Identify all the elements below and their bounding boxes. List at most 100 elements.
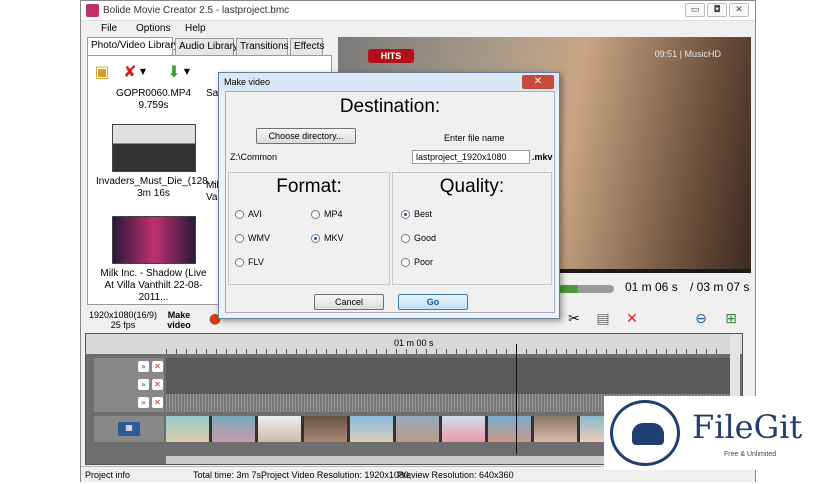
choose-directory-button[interactable]: Choose directory...	[256, 128, 356, 144]
tab-photo-video-library[interactable]: Photo/Video Library	[87, 37, 179, 55]
format-mkv-radio[interactable]: MKV	[311, 233, 344, 243]
ruler-tick	[526, 349, 527, 354]
collapse-icon[interactable]: »	[138, 397, 149, 408]
close-icon[interactable]: ✕	[152, 379, 163, 390]
format-avi-radio[interactable]: AVI	[235, 209, 262, 219]
chevron-down-icon[interactable]: ▼	[138, 62, 148, 82]
filegit-watermark: FileGit Free & Unlimited	[604, 396, 818, 470]
ruler-tick	[606, 349, 607, 354]
ruler-tick	[336, 349, 337, 354]
quality-good-radio[interactable]: Good	[401, 233, 436, 243]
quality-group: Quality: Best Good Poor	[392, 172, 552, 285]
delete-icon[interactable]: ✘	[120, 62, 140, 82]
ruler-tick	[476, 349, 477, 354]
ruler-tick	[206, 349, 207, 354]
playhead[interactable]	[516, 344, 517, 454]
ruler-tick	[676, 349, 677, 354]
zoom-out-icon[interactable]: ⊖	[693, 311, 709, 327]
video-osd: 09:51 | MusicHD	[654, 49, 721, 59]
ruler-tick	[316, 349, 317, 354]
format-heading: Format:	[276, 176, 342, 197]
ruler-tick	[546, 349, 547, 354]
scissors-icon[interactable]: ✂	[566, 311, 582, 327]
fit-icon[interactable]: ⊞	[723, 311, 739, 327]
cancel-button[interactable]: Cancel	[314, 294, 384, 310]
dialog-title: Make video	[224, 77, 271, 87]
ruler-tick	[566, 349, 567, 354]
video-clip[interactable]	[488, 416, 532, 442]
make-video-button[interactable]: Make video	[166, 310, 192, 330]
close-button[interactable]: ✕	[729, 3, 749, 17]
video-clip[interactable]	[166, 416, 210, 442]
title-bar: Bolide Movie Creator 2.5 - lastproject.b…	[81, 1, 755, 21]
ruler-tick	[186, 349, 187, 354]
channel-badge: HITS	[368, 49, 414, 63]
list-item[interactable]: Invaders_Must_Die_(128... 3m 16s	[96, 124, 217, 200]
menu-file[interactable]: File	[101, 23, 117, 34]
filename-label: Enter file name	[444, 133, 505, 143]
video-clip[interactable]	[304, 416, 348, 442]
dialog-title-bar: Make video ✕	[219, 73, 559, 91]
close-icon[interactable]: ✕	[152, 397, 163, 408]
timeline-ruler[interactable]: 01 m 00 s	[86, 334, 742, 354]
fps-label: 25 fps	[110, 320, 136, 330]
collapse-icon[interactable]: »	[138, 361, 149, 372]
track-overlay[interactable]	[166, 376, 732, 394]
delete-icon[interactable]: ✕	[624, 311, 640, 327]
project-info[interactable]: Project info	[85, 470, 130, 480]
dialog-body: Destination: Choose directory... Z:\Comm…	[225, 91, 555, 313]
video-clip[interactable]	[350, 416, 394, 442]
chevron-down-icon[interactable]: ▼	[182, 62, 192, 82]
format-mp4-radio[interactable]: MP4	[311, 209, 343, 219]
ruler-tick	[256, 349, 257, 354]
ruler-tick	[556, 349, 557, 354]
clip-name: Invaders_Must_Die_(128...	[96, 176, 217, 187]
ruler-tick	[536, 349, 537, 354]
make-video-dialog: Make video ✕ Destination: Choose directo…	[218, 72, 560, 319]
collapse-icon[interactable]: »	[138, 379, 149, 390]
maximize-button[interactable]: ◘	[707, 3, 727, 17]
watermark-name: FileGit	[692, 408, 803, 446]
quality-best-radio[interactable]: Best	[401, 209, 432, 219]
ruler-tick	[226, 349, 227, 354]
track-header: » ✕	[94, 358, 164, 376]
video-clip[interactable]	[396, 416, 440, 442]
list-item[interactable]: GOPR0060.MP4 9.759s	[96, 88, 211, 112]
video-clip[interactable]	[442, 416, 486, 442]
ruler-tick	[596, 349, 597, 354]
film-icon: ▦	[118, 422, 140, 436]
tab-effects[interactable]: Effects	[290, 38, 324, 55]
ruler-tick	[176, 349, 177, 354]
ruler-tick	[706, 349, 707, 354]
track-text[interactable]	[166, 358, 732, 376]
format-flv-radio[interactable]: FLV	[235, 257, 264, 267]
minimize-button[interactable]: ▭	[685, 3, 705, 17]
download-icon[interactable]: ⬇	[164, 62, 184, 82]
menu-help[interactable]: Help	[185, 23, 206, 34]
list-item[interactable]: Milk Inc. - Shadow (Live At Villa Vanthi…	[96, 216, 211, 304]
watermark-tagline: Free & Unlimited	[724, 451, 777, 458]
tab-audio-library[interactable]: Audio Library	[175, 38, 238, 55]
tab-transitions[interactable]: Transitions	[236, 38, 289, 55]
dialog-close-button[interactable]: ✕	[522, 75, 554, 89]
video-clip[interactable]	[258, 416, 302, 442]
go-button[interactable]: Go	[398, 294, 468, 310]
video-clip[interactable]	[212, 416, 256, 442]
filename-input[interactable]: lastproject_1920x1080	[412, 150, 530, 164]
format-wmv-radio[interactable]: WMV	[235, 233, 270, 243]
ruler-tick	[196, 349, 197, 354]
ruler-tick	[436, 349, 437, 354]
playback-progress[interactable]	[558, 285, 614, 293]
quality-heading: Quality:	[439, 176, 505, 197]
open-folder-icon[interactable]: ▣	[92, 62, 112, 82]
paste-icon[interactable]: ▤	[595, 311, 611, 327]
close-icon[interactable]: ✕	[152, 361, 163, 372]
project-resolution-status: Project Video Resolution: 1920x1080,	[261, 470, 412, 480]
menu-options[interactable]: Options	[136, 23, 170, 34]
video-clip[interactable]	[534, 416, 578, 442]
quality-poor-radio[interactable]: Poor	[401, 257, 433, 267]
ruler-tick	[656, 349, 657, 354]
ruler-tick	[366, 349, 367, 354]
clip-thumbnail	[111, 124, 196, 172]
ruler-tick	[296, 349, 297, 354]
